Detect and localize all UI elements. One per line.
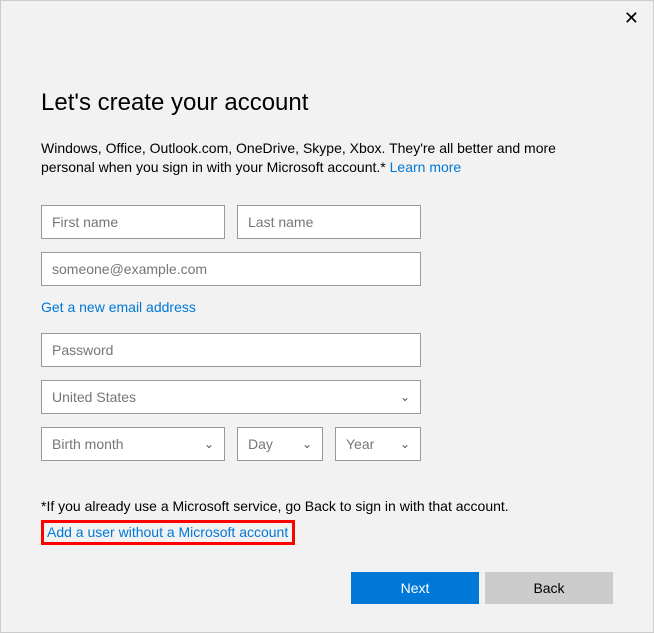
description: Windows, Office, Outlook.com, OneDrive, … <box>41 139 601 177</box>
birth-day-placeholder: Day <box>248 436 273 452</box>
email-input[interactable]: someone@example.com <box>41 252 421 286</box>
footnote-text: *If you already use a Microsoft service,… <box>41 497 613 517</box>
chevron-down-icon: ⌄ <box>400 437 410 451</box>
name-row: First name Last name <box>41 205 613 239</box>
dialog-content: Let's create your account Windows, Offic… <box>1 1 653 545</box>
birth-day-select[interactable]: Day ⌄ <box>237 427 323 461</box>
add-user-without-account-link[interactable]: Add a user without a Microsoft account <box>47 524 288 540</box>
password-input[interactable]: Password <box>41 333 421 367</box>
learn-more-link[interactable]: Learn more <box>390 159 462 175</box>
birth-year-select[interactable]: Year ⌄ <box>335 427 421 461</box>
chevron-down-icon: ⌄ <box>204 437 214 451</box>
get-new-email-link[interactable]: Get a new email address <box>41 299 613 315</box>
create-account-dialog: ✕ Let's create your account Windows, Off… <box>0 0 654 633</box>
last-name-placeholder: Last name <box>248 214 313 230</box>
country-value: United States <box>52 389 136 405</box>
password-row: Password <box>41 333 613 367</box>
back-button[interactable]: Back <box>485 572 613 604</box>
birth-month-select[interactable]: Birth month ⌄ <box>41 427 225 461</box>
close-icon[interactable]: ✕ <box>624 9 639 27</box>
button-row: Next Back <box>351 572 613 604</box>
country-select[interactable]: United States ⌄ <box>41 380 421 414</box>
last-name-input[interactable]: Last name <box>237 205 421 239</box>
password-placeholder: Password <box>52 342 113 358</box>
chevron-down-icon: ⌄ <box>400 390 410 404</box>
birth-month-placeholder: Birth month <box>52 436 124 452</box>
first-name-placeholder: First name <box>52 214 118 230</box>
email-placeholder: someone@example.com <box>52 261 207 277</box>
highlight-annotation: Add a user without a Microsoft account <box>41 520 295 545</box>
country-row: United States ⌄ <box>41 380 613 414</box>
birthdate-row: Birth month ⌄ Day ⌄ Year ⌄ <box>41 427 613 461</box>
first-name-input[interactable]: First name <box>41 205 225 239</box>
next-button[interactable]: Next <box>351 572 479 604</box>
page-title: Let's create your account <box>41 89 613 117</box>
birth-year-placeholder: Year <box>346 436 374 452</box>
description-text: Windows, Office, Outlook.com, OneDrive, … <box>41 140 556 175</box>
chevron-down-icon: ⌄ <box>302 437 312 451</box>
email-row: someone@example.com <box>41 252 613 286</box>
